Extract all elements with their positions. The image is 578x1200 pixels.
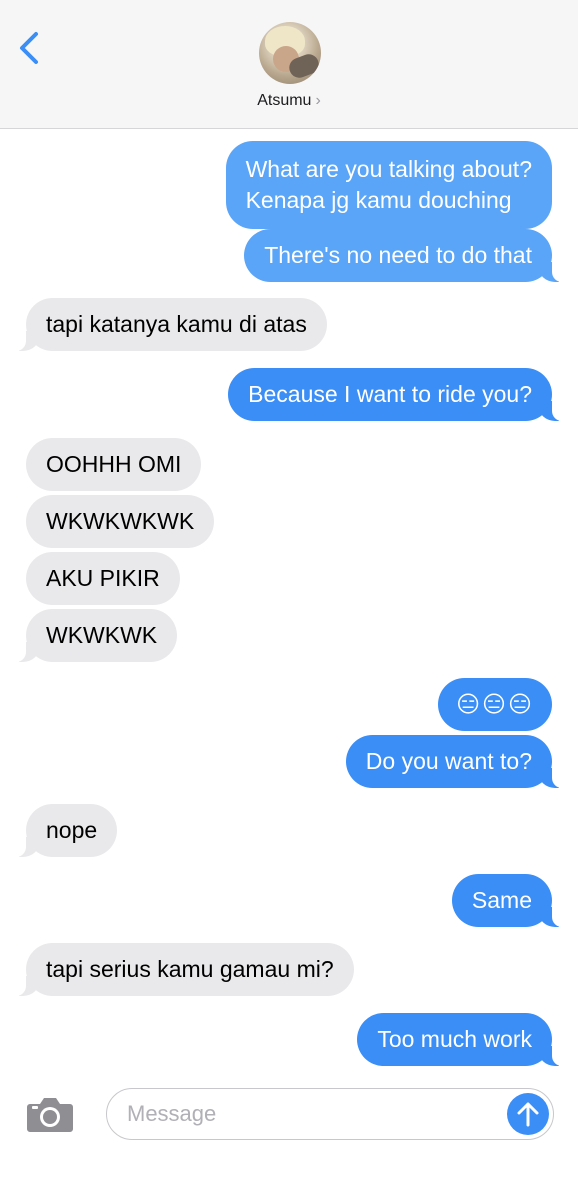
send-button[interactable] (507, 1093, 549, 1135)
message-text: Same (471, 887, 532, 913)
message-bubble-outgoing[interactable]: Same (451, 874, 567, 927)
message-text: OOHHH OMI (46, 451, 182, 477)
message-text: Do you want to? (365, 748, 532, 774)
message-text: WKWKWK (46, 622, 158, 648)
message-bubble-incoming[interactable]: WKWKWKWK (26, 495, 215, 548)
camera-button[interactable] (24, 1094, 76, 1134)
message-bubble-outgoing[interactable]: 😑😑😑 (438, 678, 552, 731)
message-text: Because I want to ride you? (248, 381, 532, 407)
message-text: What are you talking about? (245, 156, 532, 182)
message-bubble-outgoing[interactable]: There's no need to do that (244, 229, 566, 282)
message-bubble-incoming[interactable]: tapi serius kamu gamau mi? (12, 943, 354, 996)
contact-avatar[interactable] (259, 22, 321, 84)
message-text: 😑😑😑 (456, 691, 534, 717)
message-text: WKWKWKWK (46, 508, 195, 534)
back-button[interactable] (14, 28, 50, 68)
message-text: AKU PIKIR (46, 565, 160, 591)
message-text: tapi katanya kamu di atas (46, 311, 307, 337)
message-bubble-incoming[interactable]: AKU PIKIR (26, 552, 180, 605)
message-bubble-incoming[interactable]: tapi katanya kamu di atas (12, 298, 327, 351)
message-bubble-incoming[interactable]: WKWKWK (11, 609, 178, 662)
message-bubble-outgoing[interactable]: Too much work (357, 1013, 566, 1066)
message-bubble-incoming[interactable]: OOHHH OMI (26, 438, 202, 491)
conversation-header: Atsumu › (0, 0, 578, 129)
chevron-left-icon (20, 32, 38, 64)
message-text: nope (46, 817, 98, 843)
message-text: There's no need to do that (264, 242, 532, 268)
message-bubble-outgoing[interactable]: Do you want to? (345, 735, 567, 788)
message-bubble-outgoing[interactable]: Because I want to ride you? (228, 368, 566, 421)
chevron-right-icon: › (315, 92, 321, 109)
message-text: Too much work (377, 1026, 532, 1052)
camera-icon (27, 1098, 73, 1132)
message-input[interactable]: Message (106, 1088, 554, 1140)
message-input-placeholder: Message (127, 1101, 217, 1126)
message-bubble-incoming[interactable]: nope (11, 804, 118, 857)
message-bubble-outgoing[interactable]: What are you talking about? Kenapa jg ka… (225, 141, 552, 229)
contact-name: Atsumu (257, 92, 312, 109)
contact-name-button[interactable]: Atsumu › (0, 92, 578, 110)
message-text: Kenapa jg kamu douching (245, 187, 512, 213)
arrow-up-icon (517, 1102, 539, 1127)
message-text: tapi serius kamu gamau mi? (46, 956, 334, 982)
